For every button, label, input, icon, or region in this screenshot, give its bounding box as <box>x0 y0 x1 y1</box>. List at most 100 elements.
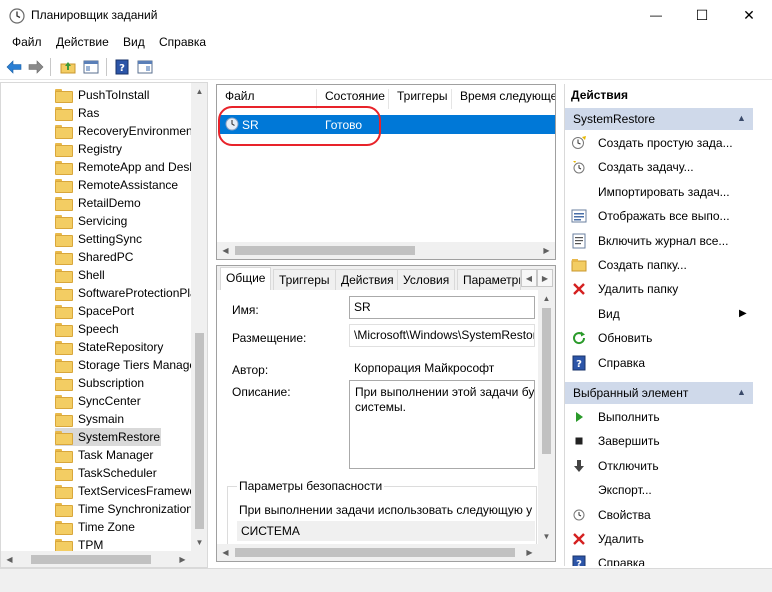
tree-item[interactable]: Registry <box>55 140 122 158</box>
column-header-name[interactable]: Файл <box>217 89 317 109</box>
scroll-up-arrow-icon[interactable]: ▲ <box>191 83 207 100</box>
column-header-triggers[interactable]: Триггеры <box>389 89 452 109</box>
scroll-up-arrow-icon[interactable]: ▲ <box>538 290 555 307</box>
tree-item[interactable]: RemoteAssistance <box>55 176 178 194</box>
actions-section-systemrestore[interactable]: SystemRestore ▲ <box>565 108 753 130</box>
task-row-sr[interactable]: SR Готово <box>219 115 555 134</box>
tree-item[interactable]: Speech <box>55 320 119 338</box>
tree-item[interactable]: Subscription <box>55 374 144 392</box>
scroll-down-arrow-icon[interactable]: ▼ <box>538 528 555 545</box>
tab-scroll-right-icon[interactable]: ▶ <box>537 269 553 287</box>
task-list[interactable]: Файл Состояние Триггеры Время следующего… <box>216 84 556 260</box>
action-section2-4[interactable]: Свойства <box>571 504 651 526</box>
author-field[interactable]: Корпорация Майкрософт <box>349 357 535 379</box>
tree-item[interactable]: Ras <box>55 104 99 122</box>
folder-tree[interactable]: PushToInstall Ras RecoveryEnvironment Regis… <box>0 82 208 568</box>
action-section2-6[interactable]: ? Справка <box>571 552 645 566</box>
tree-item[interactable]: SpacePort <box>55 302 134 320</box>
details-horizontal-scrollbar[interactable]: ◀ ▶ <box>217 544 555 561</box>
collapse-arrow-icon[interactable]: ▲ <box>737 113 746 123</box>
details-vertical-scrollbar[interactable]: ▲ ▼ <box>538 290 555 545</box>
close-button[interactable]: ✕ <box>726 0 772 30</box>
minimize-button[interactable]: — <box>633 0 679 30</box>
scroll-down-arrow-icon[interactable]: ▼ <box>191 534 207 551</box>
tree-hscroll-thumb[interactable] <box>31 555 151 564</box>
tree-item[interactable]: SyncCenter <box>55 392 141 410</box>
tree-item[interactable]: TaskScheduler <box>55 464 157 482</box>
menu-file[interactable]: Файл <box>12 35 42 49</box>
tree-item[interactable]: StateRepository <box>55 338 163 356</box>
tree-item[interactable]: SharedPC <box>55 248 133 266</box>
tab-triggers[interactable]: Триггеры <box>273 269 336 290</box>
tree-item[interactable]: SoftwareProtectionPlatform <box>55 284 207 302</box>
action-label: Завершить <box>598 434 660 449</box>
tree-item[interactable]: Servicing <box>55 212 127 230</box>
action-section2-3[interactable]: Экспорт... <box>571 479 652 501</box>
action-section1-8[interactable]: Обновить <box>571 327 652 349</box>
tree-vertical-scrollbar[interactable]: ▲ ▼ <box>191 83 207 551</box>
tree-item[interactable]: Task Manager <box>55 446 153 464</box>
tree-item[interactable]: RecoveryEnvironment <box>55 122 196 140</box>
tab-general[interactable]: Общие <box>220 267 272 290</box>
name-field[interactable]: SR <box>349 296 535 319</box>
collapse-arrow-icon[interactable]: ▲ <box>737 387 746 397</box>
tree-item[interactable]: SystemRestore <box>55 428 161 446</box>
back-button[interactable] <box>4 57 24 77</box>
tab-actions[interactable]: Действия <box>335 269 400 290</box>
tree-item[interactable]: RemoteApp and Desktop <box>55 158 207 176</box>
tree-item[interactable]: Storage Tiers Management <box>55 356 207 374</box>
scroll-right-arrow-icon[interactable]: ▶ <box>174 551 191 567</box>
column-header-status[interactable]: Состояние <box>317 89 389 109</box>
action-section1-4[interactable]: Включить журнал все... <box>571 230 728 252</box>
tree-scroll-thumb[interactable] <box>195 333 204 529</box>
scroll-left-arrow-icon[interactable]: ◀ <box>217 242 234 259</box>
tree-item[interactable]: RetailDemo <box>55 194 141 212</box>
tasklist-hscroll-thumb[interactable] <box>235 246 415 255</box>
action-section1-3[interactable]: Отображать все выпо... <box>571 205 730 227</box>
tab-conditions[interactable]: Условия <box>397 269 456 290</box>
scroll-left-arrow-icon[interactable]: ◀ <box>1 551 18 567</box>
tree-horizontal-scrollbar[interactable]: ◀ ▶ <box>1 551 207 567</box>
tree-item[interactable]: Time Synchronization <box>55 500 193 518</box>
tree-item[interactable]: Time Zone <box>55 518 135 536</box>
actions-section-selected-item[interactable]: Выбранный элемент ▲ <box>565 382 753 404</box>
action-section2-0[interactable]: Выполнить <box>571 406 660 428</box>
tree-item[interactable]: Shell <box>55 266 105 284</box>
tree-item[interactable]: PushToInstall <box>55 86 149 104</box>
details-hscroll-thumb[interactable] <box>235 548 515 557</box>
action-section2-2[interactable]: Отключить <box>571 455 659 477</box>
menu-view[interactable]: Вид <box>123 35 145 49</box>
action-section1-9[interactable]: ? Справка <box>571 352 645 374</box>
action-section1-5[interactable]: Создать папку... <box>571 254 687 276</box>
tree-item[interactable]: Sysmain <box>55 410 124 428</box>
account-field[interactable]: СИСТЕМА <box>237 521 535 541</box>
menu-help[interactable]: Справка <box>159 35 206 49</box>
action-section1-1[interactable]: Создать задачу... <box>571 156 694 178</box>
action-section1-0[interactable]: Создать простую зада... <box>571 132 733 154</box>
action-section1-7[interactable]: Вид ▶ <box>571 303 747 325</box>
tab-scroll-left-icon[interactable]: ◀ <box>521 269 537 287</box>
show-hide-tree-button[interactable] <box>81 57 101 77</box>
help-button[interactable]: ? <box>112 57 132 77</box>
description-field[interactable]: При выполнении этой задачи бу системы. <box>349 380 535 469</box>
title-bar[interactable]: Планировщик заданий — ☐ ✕ <box>0 0 772 32</box>
tree-item[interactable]: TextServicesFramework <box>55 482 206 500</box>
column-header-next-run[interactable]: Время следующего <box>452 89 555 109</box>
action-section2-1[interactable]: Завершить <box>571 430 660 452</box>
action-section2-5[interactable]: Удалить <box>571 528 644 550</box>
action-section1-6[interactable]: Удалить папку <box>571 278 678 300</box>
scroll-right-arrow-icon[interactable]: ▶ <box>521 544 538 561</box>
action-section1-2[interactable]: Импортировать задач... <box>571 181 730 203</box>
details-scroll-thumb[interactable] <box>542 308 551 454</box>
scroll-left-arrow-icon[interactable]: ◀ <box>217 544 234 561</box>
forward-button[interactable] <box>26 57 46 77</box>
up-folder-button[interactable] <box>58 57 78 77</box>
menu-action[interactable]: Действие <box>56 35 109 49</box>
scroll-right-arrow-icon[interactable]: ▶ <box>538 242 555 259</box>
tree-item[interactable]: SettingSync <box>55 230 142 248</box>
maximize-button[interactable]: ☐ <box>679 0 725 30</box>
tasklist-horizontal-scrollbar[interactable]: ◀ ▶ <box>217 242 555 259</box>
location-field[interactable]: \Microsoft\Windows\SystemRestore <box>349 324 535 347</box>
tab-settings[interactable]: Параметры <box>457 269 521 290</box>
show-hide-action-pane-button[interactable] <box>135 57 155 77</box>
